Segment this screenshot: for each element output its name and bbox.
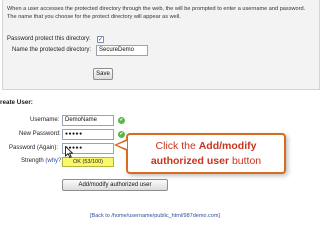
- strength-label-group: Strength (why?):: [21, 158, 65, 164]
- callout-tail-inner: [117, 141, 127, 149]
- intro-line-1: When a user accesses the protected direc…: [7, 6, 306, 12]
- create-user-title: reate User:: [0, 99, 33, 106]
- add-modify-user-button[interactable]: Add/modify authorized user: [62, 179, 168, 191]
- directory-name-input[interactable]: SecureDemo: [96, 45, 148, 56]
- directory-name-label: Name the protected directory:: [12, 47, 92, 53]
- protect-directory-panel: When a user accesses the protected direc…: [2, 0, 320, 90]
- new-password-label: New Password:: [19, 131, 61, 137]
- new-password-ok-icon: ✔: [118, 131, 125, 138]
- save-button[interactable]: Save: [93, 68, 113, 80]
- callout-bold-1: Add/modify: [198, 140, 257, 152]
- callout-suffix: button: [229, 155, 262, 167]
- callout-bold-2: authorized user: [150, 155, 230, 167]
- instruction-callout: Click the Add/modify authorized user but…: [126, 133, 286, 174]
- new-password-input[interactable]: ●●●●●: [62, 129, 114, 140]
- protect-directory-label: Password protect this directory:: [7, 36, 91, 42]
- intro-text: When a user accesses the protected direc…: [7, 6, 312, 21]
- back-to-directory-link[interactable]: [Back to /home/username/public_html/987d…: [90, 213, 220, 219]
- callout-prefix: Click the: [155, 140, 199, 152]
- mouse-cursor-icon: [65, 146, 73, 158]
- username-ok-icon: ✔: [118, 117, 125, 124]
- strength-label: Strength: [21, 158, 44, 164]
- password-again-label: Password (Again):: [9, 145, 59, 151]
- intro-line-2: The name that you choose for the protect…: [7, 13, 181, 20]
- username-input[interactable]: DemoName: [62, 115, 114, 126]
- callout-text: Click the Add/modify authorized user but…: [128, 139, 284, 169]
- password-strength-meter: OK (53/100): [62, 157, 114, 167]
- protect-directory-checkbox[interactable]: ✓: [97, 36, 104, 43]
- username-label: Username:: [30, 117, 60, 123]
